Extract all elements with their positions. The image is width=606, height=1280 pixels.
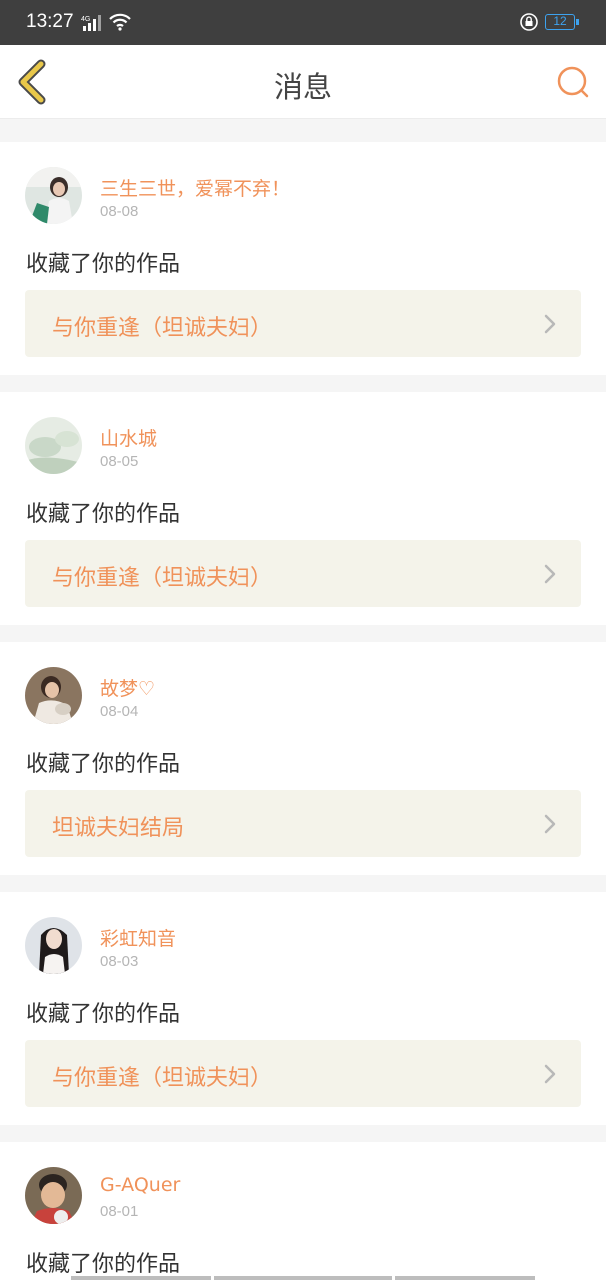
wifi-icon — [108, 13, 132, 35]
avatar[interactable] — [25, 1167, 82, 1224]
network-type-label: 4G — [81, 16, 90, 23]
message-date: 08-08 — [100, 203, 139, 220]
search-icon — [557, 66, 589, 98]
avatar[interactable] — [25, 167, 82, 224]
message-date: 08-05 — [100, 453, 139, 470]
message-date: 08-04 — [100, 703, 139, 720]
username[interactable]: G-AQuer — [100, 1174, 180, 1196]
chevron-right-icon — [544, 314, 556, 334]
app-header: 消息 — [0, 45, 606, 119]
message-date: 08-01 — [100, 1203, 139, 1220]
battery-icon: 12 — [545, 14, 579, 30]
avatar[interactable] — [25, 417, 82, 474]
work-link[interactable]: 与你重逢（坦诚夫妇） — [25, 290, 581, 357]
username[interactable]: 故梦♡ — [100, 674, 155, 701]
username[interactable]: 彩虹知音 — [100, 924, 176, 951]
nav-hint-bar — [395, 1276, 535, 1280]
page-title: 消息 — [273, 70, 332, 104]
status-bar: 13:27 4G 12 — [0, 0, 606, 45]
work-title: 与你重逢（坦诚夫妇） — [52, 1066, 273, 1091]
avatar[interactable] — [25, 917, 82, 974]
chevron-right-icon — [544, 814, 556, 834]
action-text: 收藏了你的作品 — [26, 752, 181, 777]
work-title: 与你重逢（坦诚夫妇） — [52, 566, 273, 591]
work-link[interactable]: 与你重逢（坦诚夫妇） — [25, 1040, 581, 1107]
nav-hint-bar — [71, 1276, 211, 1280]
status-time: 13:27 — [26, 11, 74, 32]
work-title: 坦诚夫妇结局 — [52, 816, 185, 841]
message-card: 三生三世，爱幂不弃！ 08-08 收藏了你的作品 与你重逢（坦诚夫妇） — [0, 142, 606, 375]
action-text: 收藏了你的作品 — [26, 1252, 181, 1277]
chevron-right-icon — [544, 1064, 556, 1084]
work-link[interactable]: 与你重逢（坦诚夫妇） — [25, 540, 581, 607]
search-button[interactable] — [554, 63, 592, 101]
nav-hint-bar — [214, 1276, 392, 1280]
work-title: 与你重逢（坦诚夫妇） — [52, 316, 273, 341]
message-card: 彩虹知音 08-03 收藏了你的作品 与你重逢（坦诚夫妇） — [0, 892, 606, 1125]
username[interactable]: 三生三世，爱幂不弃！ — [100, 174, 290, 201]
action-text: 收藏了你的作品 — [26, 1002, 181, 1027]
username[interactable]: 山水城 — [100, 424, 157, 451]
message-date: 08-03 — [100, 953, 139, 970]
message-card: G-AQuer 08-01 收藏了你的作品 — [0, 1142, 606, 1280]
message-card: 故梦♡ 08-04 收藏了你的作品 坦诚夫妇结局 — [0, 642, 606, 875]
message-card: 山水城 08-05 收藏了你的作品 与你重逢（坦诚夫妇） — [0, 392, 606, 625]
signal-icon: 4G — [81, 14, 103, 36]
avatar[interactable] — [25, 667, 82, 724]
work-link[interactable]: 坦诚夫妇结局 — [25, 790, 581, 857]
action-text: 收藏了你的作品 — [26, 502, 181, 527]
lock-rotation-icon — [519, 12, 539, 36]
chevron-right-icon — [544, 564, 556, 584]
action-text: 收藏了你的作品 — [26, 252, 181, 277]
